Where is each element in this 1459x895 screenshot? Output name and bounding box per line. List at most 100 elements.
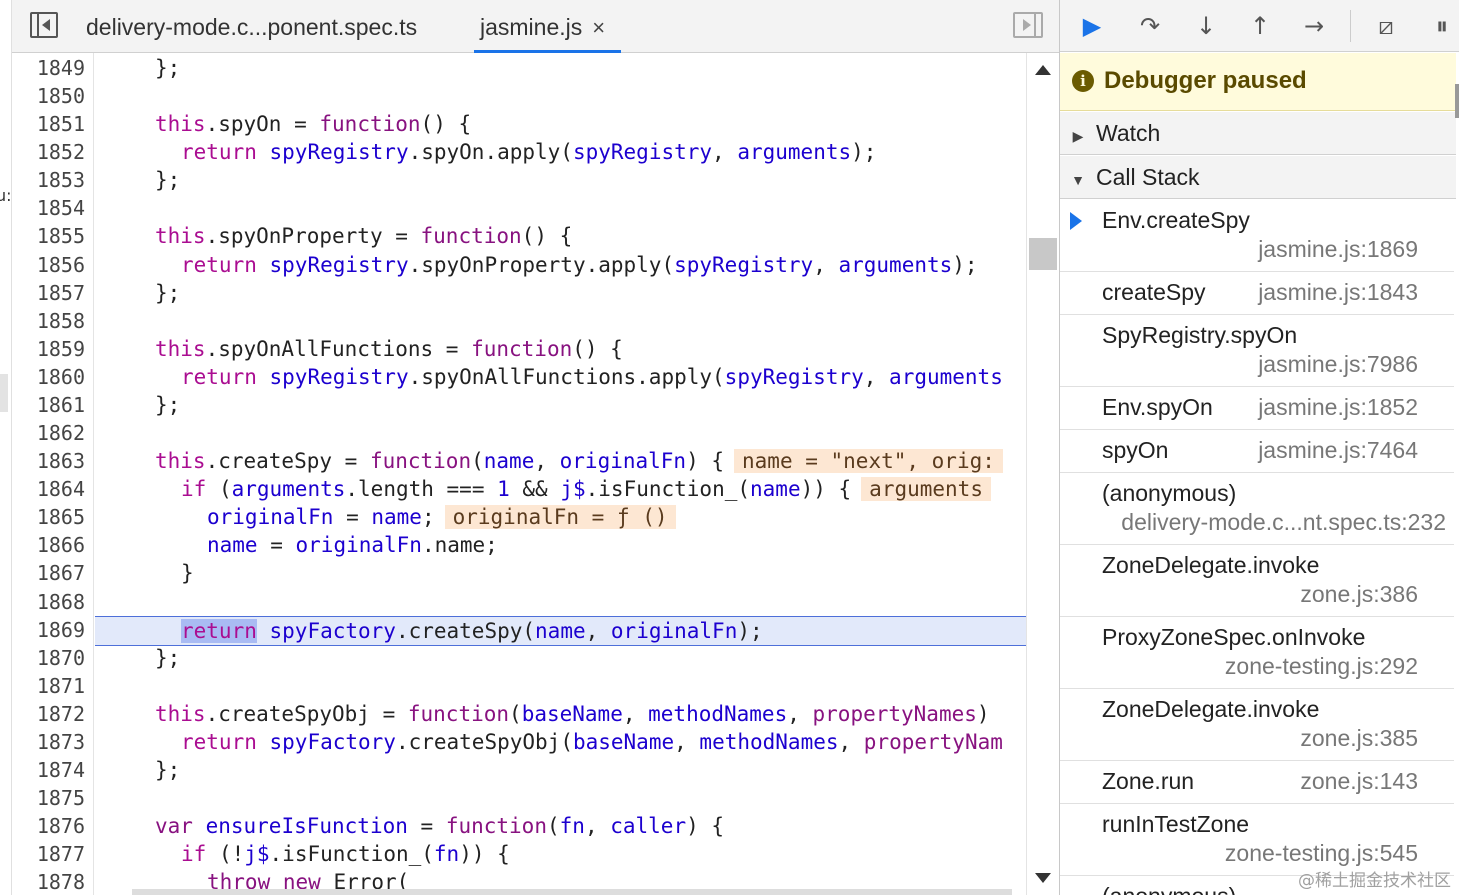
line-number[interactable]: 1860 [11,363,85,391]
line-number[interactable]: 1863 [11,447,85,475]
editor-horizontal-scrollbar[interactable] [132,889,1012,895]
call-frame[interactable]: spyOn jasmine.js:7464 [1060,430,1454,473]
tab-jasmine-js[interactable]: jasmine.js × [474,0,622,53]
line-number[interactable]: 1850 [11,82,85,110]
call-frame[interactable]: ZoneDelegate.invoke zone.js:386 [1060,545,1454,617]
call-frame[interactable]: Env.spyOn jasmine.js:1852 [1060,387,1454,430]
line-number[interactable]: 1855 [11,222,85,250]
code-line: var ensureIsFunction = function(fn, call… [95,812,1026,840]
resume-icon[interactable]: ▶ [1074,8,1110,44]
line-number[interactable]: 1868 [11,588,85,616]
line-number[interactable]: 1858 [11,307,85,335]
scroll-up-icon[interactable] [1035,65,1051,75]
code-token: spyRegistry [269,364,409,389]
frame-location[interactable]: zone.js:143 [1300,768,1418,795]
code-token: this [155,224,206,249]
code-token: (! [206,842,245,867]
line-number[interactable]: 1851 [11,110,85,138]
code-token: }; [155,56,181,80]
code-token: .isFunction_( [269,842,434,867]
frame-location[interactable]: zone-testing.js:292 [1225,653,1418,680]
step-into-icon[interactable]: ↓ [1188,8,1224,44]
line-number[interactable]: 1867 [11,559,85,587]
line-number[interactable]: 1877 [11,840,85,868]
call-frame[interactable]: Env.createSpy jasmine.js:1869 [1060,200,1454,272]
call-frame[interactable]: SpyRegistry.spyOn jasmine.js:7986 [1060,315,1454,387]
line-number[interactable]: 1869 [11,616,85,644]
scroll-thumb[interactable] [1029,238,1057,270]
line-number[interactable]: 1866 [11,531,85,559]
line-number[interactable]: 1864 [11,475,85,503]
call-frame[interactable]: createSpy jasmine.js:1843 [1060,272,1454,315]
code-token: )) { [800,477,852,502]
code-token: ( [206,477,232,502]
line-number[interactable]: 1865 [11,503,85,531]
frame-location[interactable]: jasmine.js:1869 [1258,236,1418,263]
call-stack-section-header[interactable]: ▼ Call Stack [1060,156,1456,199]
frame-location[interactable]: zone-testing.js:545 [1225,840,1418,867]
code-area[interactable]: }; this.spyOn = function() {return spyReg… [95,53,1026,895]
close-tab-icon[interactable]: × [592,15,605,40]
call-frame[interactable]: (anonymous) delivery-mode.c...nt.spec.ts:… [1060,473,1454,545]
tab-spec-file[interactable]: delivery-mode.c...ponent.spec.ts [86,0,417,52]
code-token: name [750,477,801,502]
step-icon[interactable]: → [1296,8,1332,44]
line-number[interactable]: 1854 [11,194,85,222]
code-line: }; [95,644,1026,672]
code-token: 1 [497,477,510,502]
line-number[interactable]: 1849 [11,54,85,82]
line-number[interactable]: 1859 [11,335,85,363]
line-number[interactable]: 1852 [11,138,85,166]
step-over-icon[interactable]: ↷ [1132,8,1168,44]
frame-location[interactable]: jasmine.js:7464 [1258,437,1418,464]
code-token: j$ [244,842,270,867]
frame-location[interactable]: delivery-mode.c...nt.spec.ts:232 [1121,509,1446,536]
code-token: originalFn [610,618,738,643]
line-number[interactable]: 1873 [11,728,85,756]
line-number[interactable]: 1862 [11,419,85,447]
line-number[interactable]: 1872 [11,700,85,728]
step-out-icon[interactable]: ↑ [1242,8,1278,44]
code-token: fn [559,814,585,839]
deactivate-breakpoints-icon[interactable]: ⧄ [1368,8,1404,44]
line-number[interactable]: 1874 [11,756,85,784]
frame-location[interactable]: jasmine.js:1843 [1258,279,1418,306]
line-number[interactable]: 1856 [11,251,85,279]
line-number[interactable]: 1861 [11,391,85,419]
code-token: spyRegistry [269,252,409,277]
line-number[interactable]: 1870 [11,644,85,672]
frame-location[interactable]: jasmine.js:1852 [1258,394,1418,421]
code-token: , [787,701,813,726]
line-number[interactable]: 1876 [11,812,85,840]
sidebar-scrollbar[interactable] [1455,84,1459,118]
call-frame[interactable]: ProxyZoneSpec.onInvoke zone-testing.js:29… [1060,617,1454,689]
scroll-down-icon[interactable] [1035,873,1051,883]
code-token: () { [420,112,472,137]
line-number[interactable]: 1878 [11,868,85,895]
left-panel-splitter[interactable] [0,374,8,412]
code-token: this [155,701,206,726]
code-token: () { [521,224,573,249]
line-number[interactable]: 1875 [11,784,85,812]
toolbar-separator [1350,10,1351,42]
line-number[interactable]: 1857 [11,279,85,307]
code-token: = [407,814,446,839]
watch-section-header[interactable]: ▶ Watch [1060,112,1456,155]
pause-on-exceptions-icon[interactable]: ⏸ [1424,8,1459,44]
code-token: caller [610,814,687,839]
line-number[interactable]: 1853 [11,166,85,194]
toggle-navigator-icon[interactable] [30,12,58,38]
toggle-debugger-icon[interactable] [1013,12,1043,38]
call-frame[interactable]: ZoneDelegate.invoke zone.js:385 [1060,689,1454,761]
line-number[interactable]: 1871 [11,672,85,700]
call-frame[interactable]: Zone.run zone.js:143 [1060,761,1454,804]
frame-location[interactable]: zone.js:386 [1300,581,1418,608]
editor-vertical-scrollbar[interactable] [1026,53,1059,895]
frame-location[interactable]: zone.js:385 [1300,725,1418,752]
frame-location[interactable]: jasmine.js:7986 [1258,351,1418,378]
code-line: this.spyOn = function() { [95,110,1026,138]
line-number-gutter[interactable]: 1849 1850 1851 1852 1853 1854 1855 1856 1857 1858… [12,53,94,895]
code-token: return [181,140,257,165]
